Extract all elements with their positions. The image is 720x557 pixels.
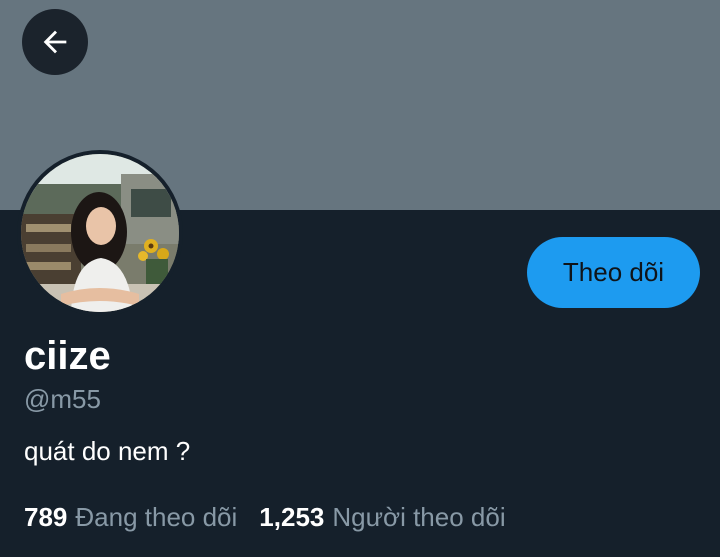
following-count: 789 [24,502,68,532]
arrow-left-icon [43,30,67,54]
display-name: ciize [24,334,111,378]
username-handle: @m55 [24,384,101,414]
following-stat[interactable]: 789 Đang theo dõi [24,502,237,532]
avatar[interactable] [17,150,183,316]
follow-button[interactable]: Theo dõi [527,237,700,308]
follow-stats: 789 Đang theo dõi 1,253 Người theo dõi [24,502,528,532]
followers-count: 1,253 [259,502,325,532]
back-button[interactable] [22,9,88,75]
followers-stat[interactable]: 1,253 Người theo dõi [259,502,505,532]
followers-label: Người theo dõi [332,502,506,532]
following-label: Đang theo dõi [75,502,238,532]
avatar-image [21,154,179,312]
bio-text: quát do nem ? [24,436,191,466]
